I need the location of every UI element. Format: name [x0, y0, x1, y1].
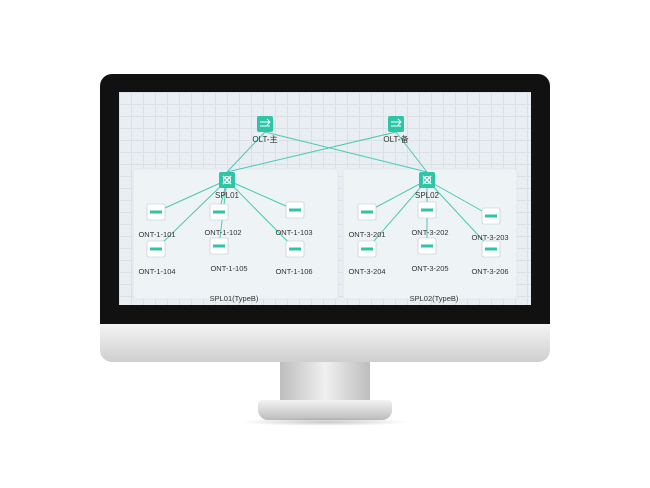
ont-indicator	[421, 244, 433, 248]
splitter-label: SPL01	[215, 191, 240, 200]
ont-label: ONT-1-104	[138, 267, 175, 276]
ont-label: ONT-3-206	[471, 267, 508, 276]
ont-indicator	[289, 247, 301, 251]
monitor-stand-base	[258, 400, 392, 420]
ont-node[interactable]	[357, 203, 377, 221]
ont-label: ONT-3-202	[411, 228, 448, 237]
olt-icon	[388, 116, 404, 132]
ont-label: ONT-3-204	[348, 267, 385, 276]
ont-node[interactable]	[481, 207, 501, 225]
ont-indicator	[485, 247, 497, 251]
ont-indicator	[421, 208, 433, 212]
ont-indicator	[150, 210, 162, 214]
ont-indicator	[213, 244, 225, 248]
ont-indicator	[213, 210, 225, 214]
splitter-node-2[interactable]	[419, 172, 435, 188]
ont-node[interactable]	[209, 237, 229, 255]
monitor-chin	[100, 324, 550, 362]
ont-label: ONT-1-101	[138, 230, 175, 239]
ont-node[interactable]	[146, 203, 166, 221]
topology-screen: OLT-主 OLT-备 SPL01 ONT-1-101 ONT-1-102 ONT-1-1…	[119, 92, 531, 305]
ont-node[interactable]	[357, 240, 377, 258]
ont-node[interactable]	[417, 201, 437, 219]
ont-indicator	[150, 247, 162, 251]
ont-label: ONT-1-105	[210, 264, 247, 273]
splitter-group-caption: SPL02(TypeB)	[410, 294, 459, 303]
stand-shadow	[240, 418, 410, 426]
ont-indicator	[485, 214, 497, 218]
ont-label: ONT-3-205	[411, 264, 448, 273]
monitor-bezel: OLT-主 OLT-备 SPL01 ONT-1-101 ONT-1-102 ONT-1-1…	[100, 74, 550, 324]
ont-node[interactable]	[209, 203, 229, 221]
splitter-node-1[interactable]	[219, 172, 235, 188]
ont-node[interactable]	[146, 240, 166, 258]
olt-main-label: OLT-主	[252, 134, 277, 144]
ont-label: ONT-3-201	[348, 230, 385, 239]
ont-indicator	[361, 247, 373, 251]
ont-label: ONT-3-203	[471, 233, 508, 242]
ont-indicator	[361, 210, 373, 214]
ont-node[interactable]	[417, 237, 437, 255]
topology-diagram: OLT-主 OLT-备 SPL01 ONT-1-101 ONT-1-102 ONT-1-1…	[132, 116, 518, 303]
ont-node[interactable]	[481, 240, 501, 258]
ont-label: ONT-1-102	[204, 228, 241, 237]
olt-icon	[257, 116, 273, 132]
ont-node[interactable]	[285, 240, 305, 258]
ont-node[interactable]	[285, 201, 305, 219]
splitter-group-caption: SPL01(TypeB)	[210, 294, 259, 303]
monitor: OLT-主 OLT-备 SPL01 ONT-1-101 ONT-1-102 ONT-1-1…	[100, 74, 550, 362]
olt-backup-node[interactable]	[388, 116, 404, 132]
splitter-label: SPL02	[415, 191, 440, 200]
olt-main-node[interactable]	[257, 116, 273, 132]
ont-label: ONT-1-103	[275, 228, 312, 237]
olt-backup-label: OLT-备	[383, 134, 408, 144]
ont-indicator	[289, 208, 301, 212]
ont-label: ONT-1-106	[275, 267, 312, 276]
